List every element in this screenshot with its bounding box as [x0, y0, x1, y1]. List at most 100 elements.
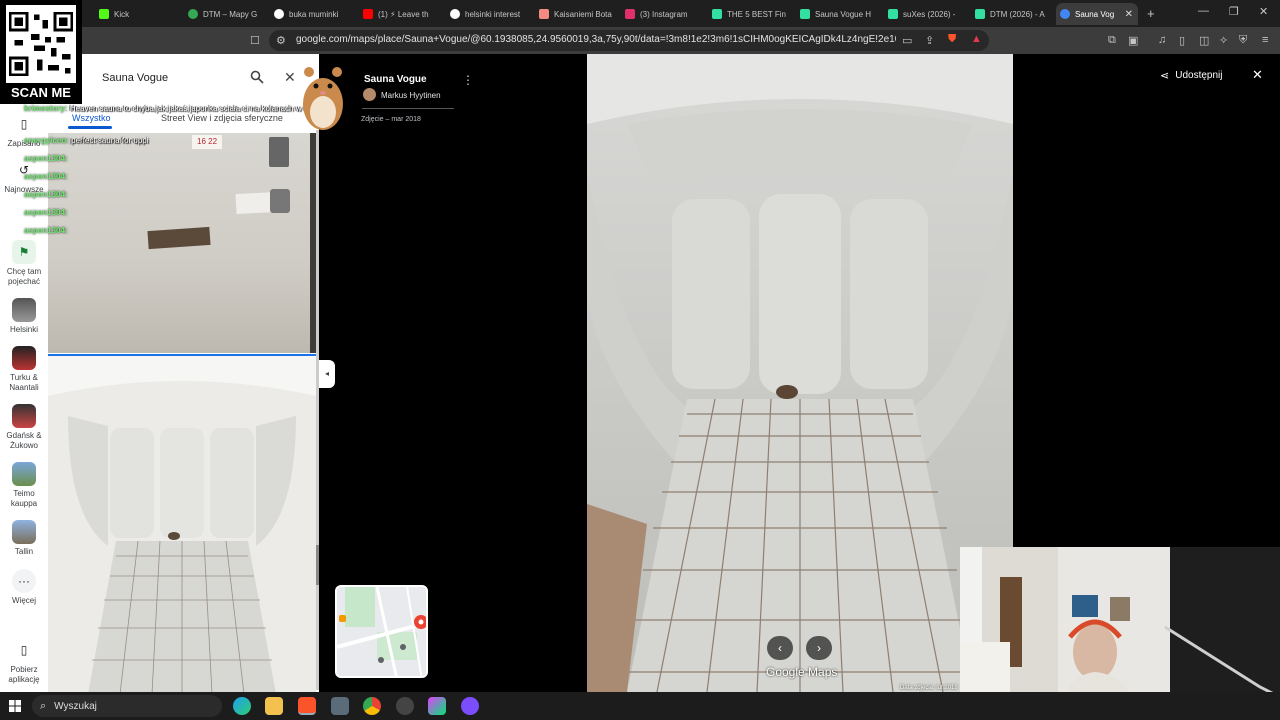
search-icon: ⌕ [40, 699, 47, 712]
sidebar-icon[interactable]: ▯ [1179, 34, 1185, 47]
rail-list-teimo[interactable]: Teimo kauppa [0, 462, 48, 509]
wallet-icon[interactable]: ◫ [1199, 34, 1209, 47]
instagram-icon [625, 9, 635, 19]
windows-start-icon[interactable] [9, 700, 21, 712]
restore-icon[interactable]: ❐ [1229, 5, 1239, 18]
window-close-icon[interactable]: ✕ [1259, 5, 1268, 18]
rail-more[interactable]: ··· Więcej [0, 569, 48, 606]
collapse-panel-button[interactable]: ◂ [319, 360, 335, 388]
extensions-icon[interactable]: ⧉ [1108, 34, 1116, 47]
place-name[interactable]: Sauna Vogue [364, 74, 427, 85]
phone-icon: ▯ [20, 643, 28, 657]
avatar[interactable] [363, 88, 376, 101]
browser-tab[interactable]: Kick [95, 3, 181, 25]
youtube-icon [363, 9, 373, 19]
tripadvisor-icon [975, 9, 985, 19]
chat-message: krimestory: Heaven sauna to chyba jak ja… [24, 104, 338, 113]
chat-message: aspen1304: [24, 190, 68, 199]
share-button[interactable]: ⋖ Udostępnij [1160, 69, 1222, 82]
active-tab-indicator [68, 126, 112, 129]
rail-get-app[interactable]: ▯ Pobierz aplikację [0, 638, 48, 685]
edge-icon[interactable] [233, 697, 251, 715]
browser-tab[interactable]: buka muminki [270, 3, 356, 25]
browser-tab[interactable]: helsinki interest [446, 3, 532, 25]
leo-ai-icon[interactable]: ✧ [1219, 34, 1228, 47]
maps-pin-icon [1060, 9, 1070, 19]
bookmark-page-icon[interactable]: ☐ [250, 34, 260, 47]
scan-me-label: SCAN ME [11, 85, 71, 100]
brave-shield-icon[interactable]: ⛊ [948, 33, 956, 46]
rail-want-to-go[interactable]: ⚑ Chcę tam pojechać [0, 240, 48, 287]
share-page-icon[interactable]: ⇪ [925, 34, 934, 47]
maps-left-rail: ▯ Zapisano ↺ Najnowsze ⚑ Chcę tam pojechać … [0, 54, 48, 692]
chat-message: aspen1304: [24, 154, 68, 163]
more-options-icon[interactable]: ⋮ [462, 73, 474, 87]
photo-thumbnail-door[interactable]: 16 22 [48, 133, 316, 353]
taskbar-search[interactable]: ⌕ Wyszukaj [32, 695, 222, 717]
brave-rewards-icon[interactable]: ▲ [971, 33, 982, 45]
browser-tab[interactable]: (1) ⚡ Leave th [359, 3, 445, 25]
hamster-emote-overlay [303, 67, 343, 130]
browser-tab-strip: Kick DTM – Mapy G buka muminki (1) ⚡ Lea… [0, 0, 1280, 27]
url-text[interactable]: google.com/maps/place/Sauna+Vogue/@60.19… [296, 34, 896, 45]
qr-code [6, 5, 76, 83]
qr-code-overlay: SCAN ME [0, 0, 82, 104]
photo-thumbnail-sauna-selected[interactable] [48, 354, 316, 692]
place-thumbnail [12, 298, 36, 322]
chat-message: energyiceo: perfect sauna for uppi [24, 136, 149, 145]
place-thumbnail [12, 346, 36, 370]
site-info-icon[interactable]: ⚙ [276, 34, 286, 47]
brave-icon[interactable] [298, 697, 316, 715]
browser-tab[interactable]: (3) Instagram [621, 3, 707, 25]
photo-date: Zdjęcie – mar 2018 [361, 116, 421, 123]
obs-icon[interactable] [396, 697, 414, 715]
clear-search-icon[interactable]: ✕ [284, 69, 296, 86]
browser-tab[interactable]: THE 5 BEST Fin [708, 3, 794, 25]
rail-list-gdansk[interactable]: Gdańsk & Żukowo [0, 404, 48, 451]
location-minimap[interactable] [335, 585, 428, 678]
kick-icon [99, 9, 109, 19]
place-thumbnail [12, 462, 36, 486]
search-input[interactable]: Sauna Vogue [85, 63, 301, 93]
place-thumbnail [12, 404, 36, 428]
capture-date: Data zdjęcia: lut 2018 [900, 685, 958, 691]
sauna-thumbnail-image [48, 356, 316, 692]
previous-photo-button[interactable]: ‹ [767, 636, 793, 660]
rail-list-tallin[interactable]: Tallin [0, 520, 48, 557]
minimize-icon[interactable]: — [1198, 5, 1209, 17]
next-photo-button[interactable]: › [806, 636, 832, 660]
chat-message: aspen1304: [24, 226, 68, 235]
browser-tab[interactable]: suXes (2026) - [884, 3, 970, 25]
cast-icon[interactable]: ▭ [902, 34, 912, 47]
browser-tab[interactable]: Kaisaniemi Bota [535, 3, 621, 25]
file-explorer-icon[interactable] [265, 697, 283, 715]
browser-tab[interactable]: DTM (2026) - A [971, 3, 1057, 25]
close-tab-icon[interactable]: ✕ [1125, 9, 1133, 20]
app-icon[interactable] [428, 697, 446, 715]
search-icon[interactable] [250, 70, 264, 84]
rail-list-turku[interactable]: Turku & Naantali [0, 346, 48, 393]
site-icon [539, 9, 549, 19]
windows-taskbar: ⌕ Wyszukaj [0, 692, 1280, 720]
google-maps-watermark: Google Maps [766, 665, 838, 679]
author-name[interactable]: Markus Hyytinen [381, 91, 441, 100]
browser-tab[interactable]: DTM – Mapy G [184, 3, 270, 25]
media-icon[interactable]: ♫ [1158, 34, 1166, 46]
browser-tab-active[interactable]: Sauna Vog ✕ [1056, 3, 1138, 25]
maps-pin-icon [188, 9, 198, 19]
menu-icon[interactable]: ≡ [1262, 34, 1268, 46]
chrome-icon[interactable] [363, 697, 381, 715]
tripadvisor-icon [712, 9, 722, 19]
app-icon[interactable] [331, 697, 349, 715]
close-viewer-icon[interactable]: ✕ [1252, 67, 1263, 83]
rail-list-helsinki[interactable]: Helsinki [0, 298, 48, 335]
app-icon[interactable] [461, 697, 479, 715]
mail-slot [147, 226, 211, 250]
browser-tab[interactable]: Sauna Vogue H [796, 3, 882, 25]
main-photo-sauna[interactable] [587, 54, 1013, 692]
vpn-icon[interactable]: ⛨ [1239, 34, 1247, 47]
more-icon: ··· [12, 569, 36, 593]
screenshot-icon[interactable]: ▣ [1128, 34, 1138, 47]
new-tab-button[interactable]: + [1147, 6, 1155, 21]
sauna-interior-image [587, 54, 1013, 692]
